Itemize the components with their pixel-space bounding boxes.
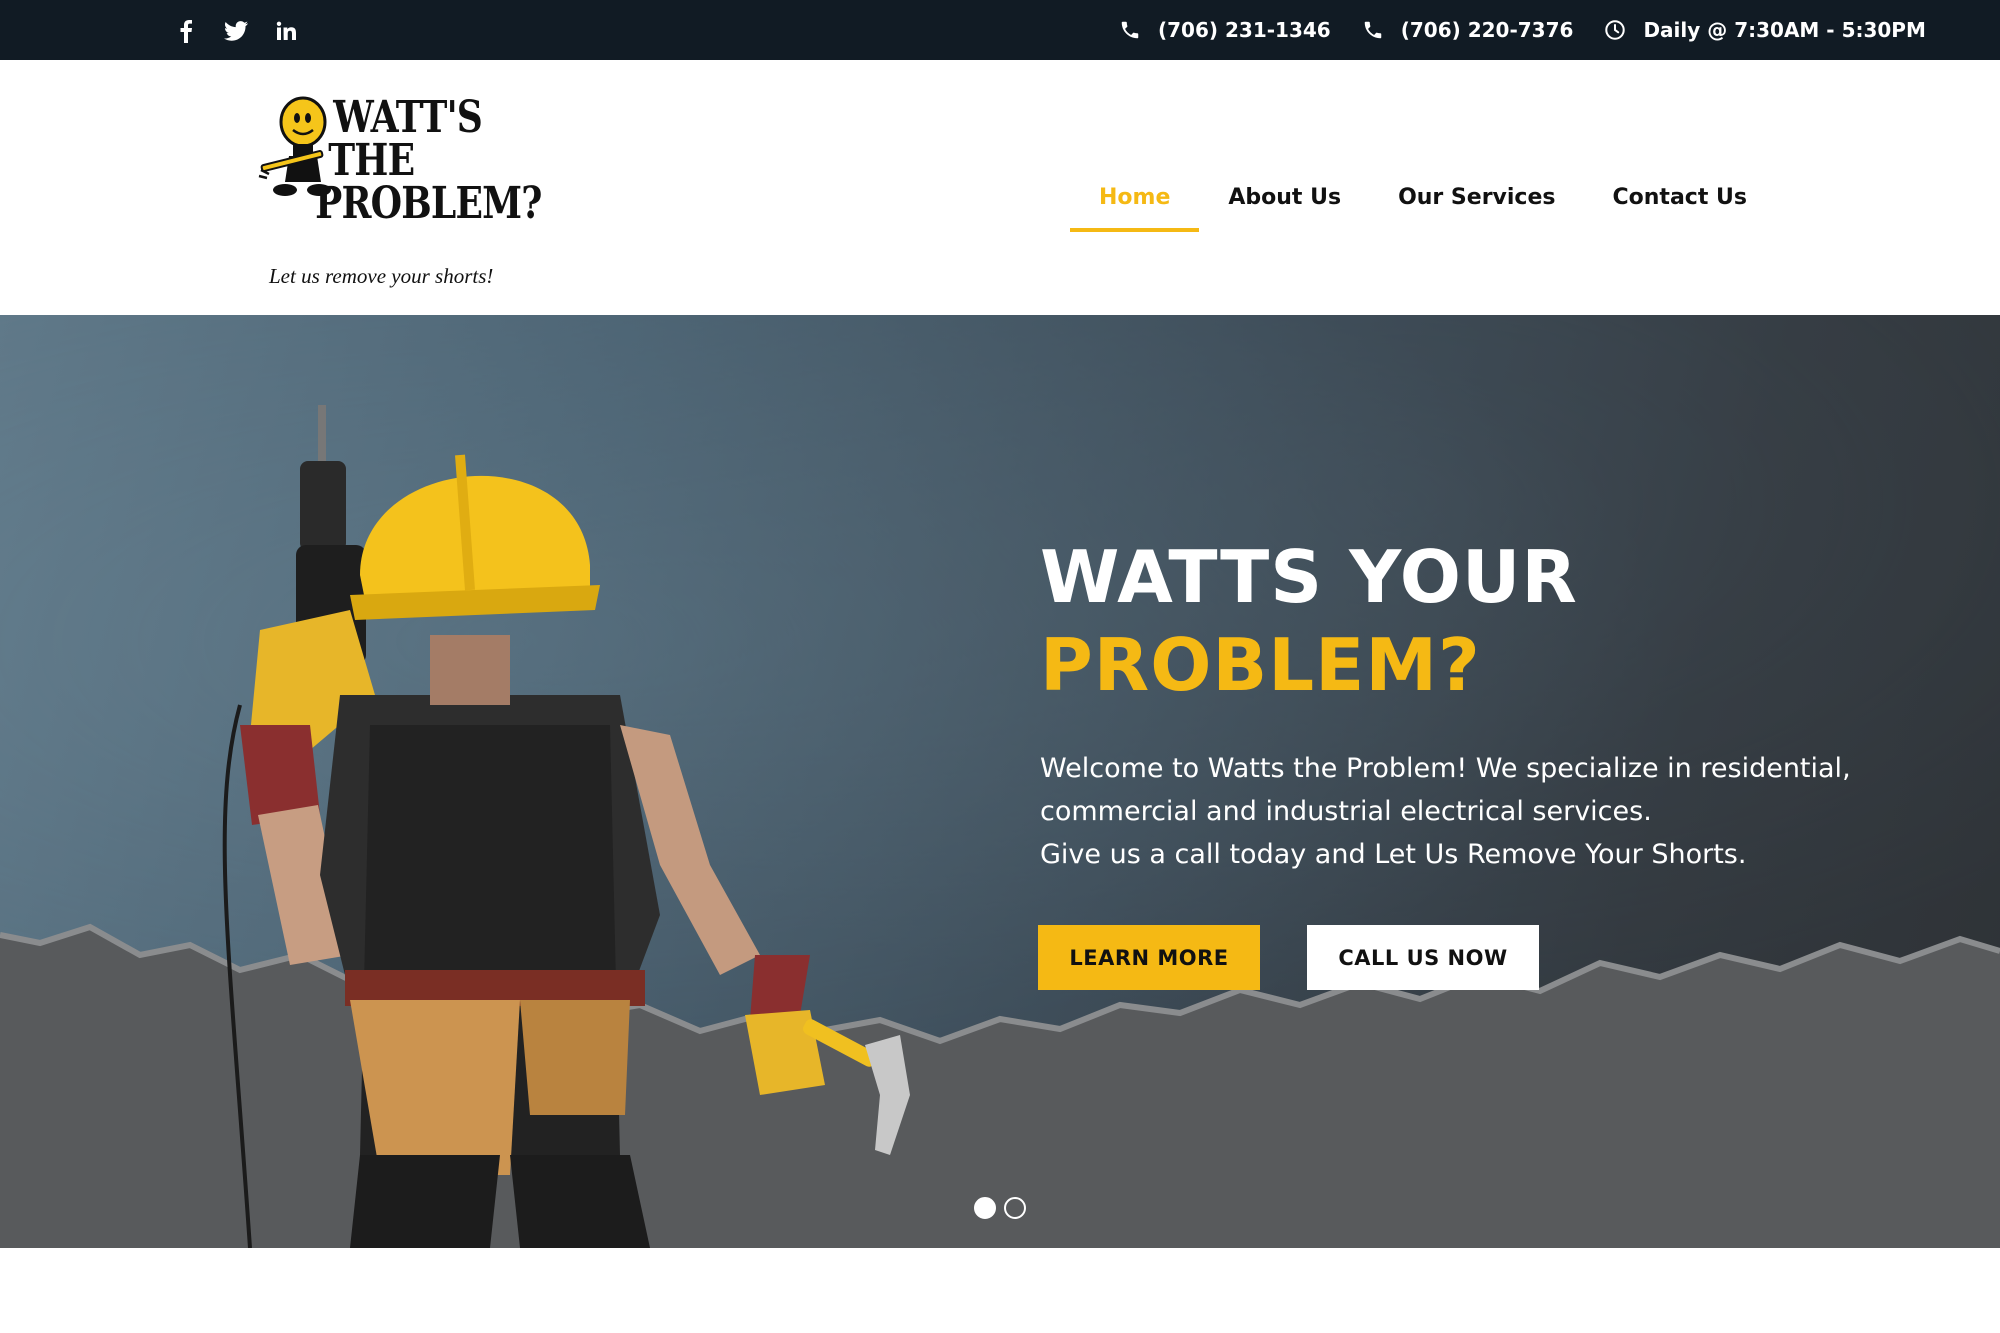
main-nav: Home About Us Our Services Contact Us [1070,175,1747,232]
nav-home[interactable]: Home [1070,175,1200,232]
contact-info: (706) 231-1346 (706) 220-7376 Daily @ 7:… [1118,0,1926,60]
phone-2-text: (706) 220-7376 [1400,18,1574,42]
phone-icon [1361,18,1385,42]
logo-wordmark: WATT'S THE PROBLEM? [315,92,542,230]
hero-slider: WATTS YOUR PROBLEM? Welcome to Watts the… [0,315,2000,1248]
hero-text-line-3: Give us a call today and Let Us Remove Y… [1040,839,1747,870]
site-header: WATT'S THE PROBLEM? Let us remove your s… [0,60,2000,315]
slider-pagination [974,1197,1026,1219]
hero-title-line-1: WATTS YOUR [1040,535,1578,619]
phone-2[interactable]: (706) 220-7376 [1361,18,1574,42]
facebook-icon[interactable] [172,18,200,44]
hero-description: Welcome to Watts the Problem! We special… [1040,747,1890,876]
top-bar: (706) 231-1346 (706) 220-7376 Daily @ 7:… [0,0,2000,60]
social-links [172,18,300,44]
slider-dot-1[interactable] [974,1197,996,1219]
call-us-now-button[interactable]: CALL US NOW [1307,925,1539,990]
phone-icon [1118,18,1142,42]
learn-more-button[interactable]: LEARN MORE [1038,925,1260,990]
phone-1-text: (706) 231-1346 [1158,18,1331,42]
phone-1[interactable]: (706) 231-1346 [1118,18,1331,42]
linkedin-icon[interactable] [272,18,300,44]
hero-title-line-2: PROBLEM? [1040,623,1481,707]
electrician-worker-image [222,405,910,1248]
clock-icon [1603,18,1627,42]
site-logo[interactable]: WATT'S THE PROBLEM? Let us remove your s… [255,92,542,322]
hours-text: Daily @ 7:30AM - 5:30PM [1643,18,1926,42]
business-hours: Daily @ 7:30AM - 5:30PM [1603,18,1926,42]
hero-text-line-2: commercial and industrial electrical ser… [1040,796,1652,827]
hero-text-line-1: Welcome to Watts the Problem! We special… [1040,753,1851,784]
nav-our-services[interactable]: Our Services [1398,175,1555,232]
twitter-icon[interactable] [222,18,250,44]
hero-title: WATTS YOUR PROBLEM? [1040,533,1578,709]
nav-contact-us[interactable]: Contact Us [1613,175,1747,232]
slider-dot-2[interactable] [1004,1197,1026,1219]
nav-about-us[interactable]: About Us [1228,175,1341,232]
logo-tagline: Let us remove your shorts! [269,264,494,288]
